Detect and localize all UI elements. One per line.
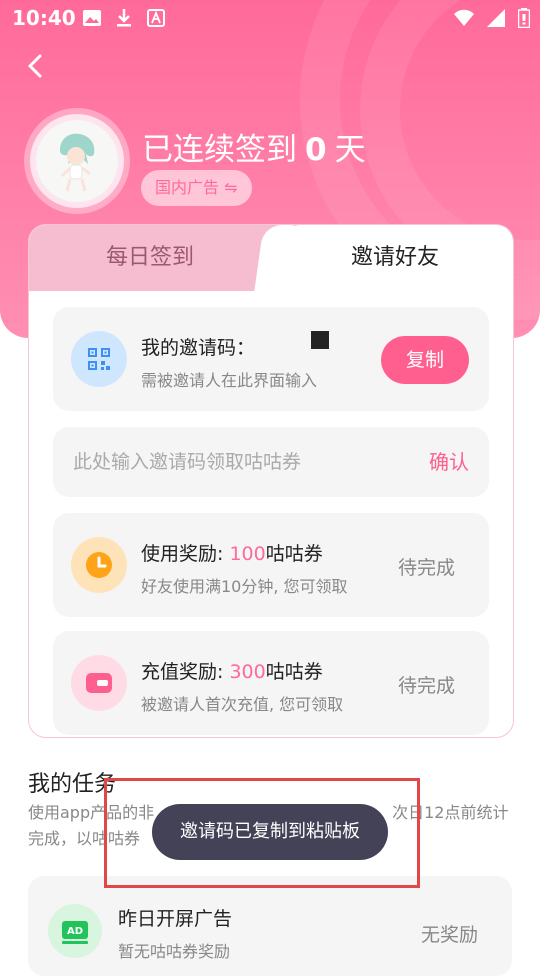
reward-title: 充值奖励: 300咕咕券: [141, 657, 323, 684]
copy-button[interactable]: 复制: [381, 336, 469, 384]
image-icon: [83, 10, 101, 26]
back-arrow-icon[interactable]: [22, 52, 50, 80]
avatar-character-icon: [60, 133, 95, 192]
invite-code-label: 我的邀请码：: [141, 337, 256, 359]
ad-icon: AD: [48, 904, 102, 958]
ad-icon-text: AD: [67, 926, 83, 937]
reward-status: 待完成: [397, 675, 455, 697]
sign-in-streak: 已连续签到 0 天: [142, 124, 366, 169]
reward-row-recharge: 充值奖励: 300咕咕券 被邀请人首次充值, 您可领取 待完成: [53, 631, 489, 735]
invite-code-value: [311, 331, 329, 349]
reward-title-prefix: 充值奖励:: [141, 661, 230, 683]
task-subtitle: 暂无咕咕券奖励: [118, 942, 231, 961]
reward-status: 待完成: [397, 557, 455, 579]
battery-icon: [518, 8, 530, 28]
ad-region-chip[interactable]: 国内广告 ⇋: [141, 170, 252, 206]
highlight-box: [104, 778, 420, 888]
reward-amount: 100: [229, 543, 266, 565]
reward-amount: 300: [229, 661, 266, 683]
confirm-button[interactable]: 确认: [429, 427, 469, 497]
reward-title-suffix: 咕咕券: [265, 661, 323, 683]
task-title: 昨日开屏广告: [118, 908, 233, 930]
reward-desc: 被邀请人首次充值, 您可领取: [141, 695, 344, 714]
tab-bar: 每日签到 邀请好友: [29, 225, 513, 291]
task-reward: 无奖励: [420, 924, 478, 946]
font-icon: [147, 9, 165, 27]
clock-icon: [71, 537, 127, 593]
invite-code-input[interactable]: 此处输入邀请码领取咕咕券: [73, 427, 301, 497]
avatar[interactable]: [30, 114, 124, 208]
status-bar: 10:40: [0, 0, 540, 36]
tab-invite-friends[interactable]: 邀请好友: [277, 225, 513, 291]
qr-code-icon: [71, 331, 127, 387]
tab-daily-sign-in[interactable]: 每日签到: [29, 225, 271, 291]
reward-title-prefix: 使用奖励:: [141, 543, 230, 565]
status-time: 10:40: [12, 6, 76, 30]
wallet-icon: [71, 655, 127, 711]
signal-icon: [487, 9, 505, 27]
reward-title-suffix: 咕咕券: [265, 543, 323, 565]
tab-invite-label: 邀请好友: [350, 245, 439, 270]
download-icon: [117, 9, 131, 27]
streak-suffix: 天: [334, 132, 366, 168]
streak-days: 0: [305, 132, 327, 168]
tasks-section-title: 我的任务: [28, 772, 117, 797]
invite-code-input-row[interactable]: 此处输入邀请码领取咕咕券 确认: [53, 427, 489, 497]
wifi-icon: [454, 9, 474, 27]
invite-card: 每日签到 邀请好友 我的邀请码： 需被邀请人在此界面输入 复制 此处输入邀请码领…: [28, 224, 514, 738]
invite-code-hint: 需被邀请人在此界面输入: [141, 371, 318, 390]
reward-title: 使用奖励: 100咕咕券: [141, 539, 323, 566]
streak-prefix: 已连续签到: [142, 132, 297, 168]
reward-desc: 好友使用满10分钟, 您可领取: [141, 577, 348, 596]
reward-row-usage: 使用奖励: 100咕咕券 好友使用满10分钟, 您可领取 待完成: [53, 513, 489, 617]
task-item[interactable]: AD 昨日开屏广告 暂无咕咕券奖励 无奖励: [28, 876, 512, 976]
invite-code-row: 我的邀请码： 需被邀请人在此界面输入 复制: [53, 307, 489, 411]
